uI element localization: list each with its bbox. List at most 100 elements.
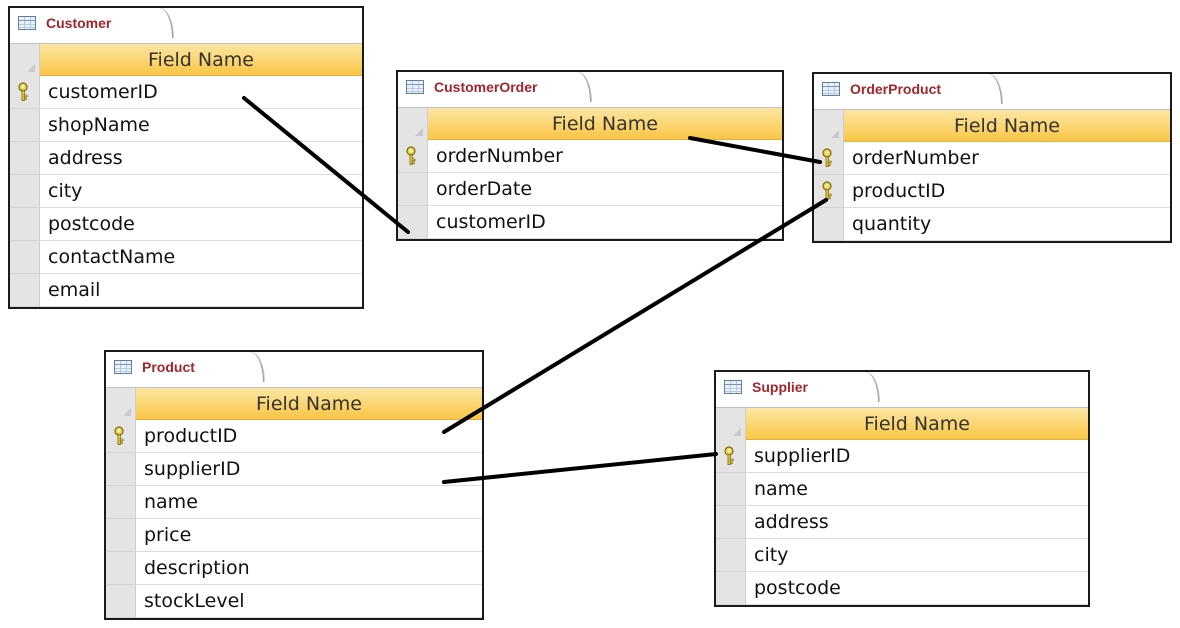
field-row[interactable]: orderDate — [398, 173, 782, 206]
field-name-cell[interactable]: supplierID — [136, 453, 482, 486]
field-name-header-label[interactable]: Field Name — [746, 408, 1088, 440]
tab-divider — [398, 107, 782, 108]
primary-key-icon — [16, 82, 30, 102]
field-row[interactable]: shopName — [10, 109, 362, 142]
field-name-cell[interactable]: postcode — [40, 208, 362, 241]
field-name-cell[interactable]: quantity — [844, 208, 1170, 241]
select-all-cell[interactable] — [106, 388, 136, 420]
field-row[interactable]: customerID — [10, 76, 362, 109]
field-row[interactable]: orderNumber — [814, 142, 1170, 175]
field-name-cell[interactable]: name — [746, 473, 1088, 506]
row-selector[interactable] — [10, 175, 40, 208]
row-selector[interactable] — [106, 552, 136, 585]
field-name-cell[interactable]: address — [40, 142, 362, 175]
field-row[interactable]: supplierID — [716, 440, 1088, 473]
table-tab[interactable]: OrderProduct — [814, 74, 1002, 104]
row-selector[interactable] — [106, 486, 136, 519]
field-row[interactable]: name — [106, 486, 482, 519]
row-selector[interactable] — [106, 420, 136, 453]
field-row[interactable]: orderNumber — [398, 140, 782, 173]
field-name-header: Field Name — [716, 408, 1088, 440]
field-list: supplierID name address city postcode — [716, 440, 1088, 605]
field-name-header: Field Name — [398, 108, 782, 140]
field-name-cell[interactable]: shopName — [40, 109, 362, 142]
field-row[interactable]: quantity — [814, 208, 1170, 241]
field-name-cell[interactable]: postcode — [746, 572, 1088, 605]
row-selector[interactable] — [10, 274, 40, 307]
row-selector[interactable] — [814, 142, 844, 175]
table-title: Supplier — [752, 379, 809, 395]
field-row[interactable]: customerID — [398, 206, 782, 239]
table-tab[interactable]: CustomerOrder — [398, 72, 591, 102]
field-name-header-label[interactable]: Field Name — [428, 108, 782, 140]
field-name-cell[interactable]: contactName — [40, 241, 362, 274]
field-row[interactable]: address — [716, 506, 1088, 539]
field-name-cell[interactable]: email — [40, 274, 362, 307]
field-row[interactable]: supplierID — [106, 453, 482, 486]
field-name-header-label[interactable]: Field Name — [40, 44, 362, 76]
field-row[interactable]: description — [106, 552, 482, 585]
relationship-line-product-to-supplier — [442, 452, 718, 484]
table-title: CustomerOrder — [434, 79, 538, 95]
field-name-cell[interactable]: price — [136, 519, 482, 552]
field-name-cell[interactable]: supplierID — [746, 440, 1088, 473]
field-name-cell[interactable]: description — [136, 552, 482, 585]
row-selector[interactable] — [106, 585, 136, 618]
row-selector[interactable] — [10, 109, 40, 142]
row-selector[interactable] — [106, 453, 136, 486]
field-row[interactable]: productID — [106, 420, 482, 453]
row-selector[interactable] — [398, 206, 428, 239]
field-name-cell[interactable]: address — [746, 506, 1088, 539]
select-all-cell[interactable] — [814, 110, 844, 142]
field-row[interactable]: stockLevel — [106, 585, 482, 618]
row-selector[interactable] — [814, 208, 844, 241]
row-selector[interactable] — [814, 175, 844, 208]
row-selector[interactable] — [716, 506, 746, 539]
field-name-cell[interactable]: city — [746, 539, 1088, 572]
select-all-cell[interactable] — [716, 408, 746, 440]
table-tab[interactable]: Supplier — [716, 372, 879, 402]
field-name-header-label[interactable]: Field Name — [136, 388, 482, 420]
table-tab[interactable]: Product — [106, 352, 264, 382]
field-name-cell[interactable]: productID — [844, 175, 1170, 208]
row-selector[interactable] — [398, 140, 428, 173]
field-name-cell[interactable]: customerID — [40, 76, 362, 109]
field-list: productID supplierID name price description s… — [106, 420, 482, 618]
field-row[interactable]: city — [10, 175, 362, 208]
field-name-header-label[interactable]: Field Name — [844, 110, 1170, 142]
field-row[interactable]: price — [106, 519, 482, 552]
field-name-header: Field Name — [10, 44, 362, 76]
row-selector[interactable] — [716, 440, 746, 473]
table-product: Product Field Name productID supplierID na… — [104, 350, 484, 620]
row-selector[interactable] — [716, 539, 746, 572]
field-row[interactable]: contactName — [10, 241, 362, 274]
field-row[interactable]: postcode — [10, 208, 362, 241]
row-selector[interactable] — [716, 572, 746, 605]
field-name-cell[interactable]: orderNumber — [428, 140, 782, 173]
row-selector[interactable] — [398, 173, 428, 206]
row-selector[interactable] — [10, 142, 40, 175]
field-row[interactable]: name — [716, 473, 1088, 506]
field-row[interactable]: email — [10, 274, 362, 307]
field-name-cell[interactable]: orderNumber — [844, 142, 1170, 175]
row-selector[interactable] — [10, 208, 40, 241]
field-name-cell[interactable]: productID — [136, 420, 482, 453]
field-name-cell[interactable]: orderDate — [428, 173, 782, 206]
row-selector[interactable] — [10, 241, 40, 274]
field-row[interactable]: city — [716, 539, 1088, 572]
field-name-cell[interactable]: stockLevel — [136, 585, 482, 618]
table-tab[interactable]: Customer — [10, 8, 173, 38]
select-all-cell[interactable] — [10, 44, 40, 76]
field-row[interactable]: postcode — [716, 572, 1088, 605]
table-title: Product — [142, 359, 195, 375]
field-row[interactable]: productID — [814, 175, 1170, 208]
select-all-cell[interactable] — [398, 108, 428, 140]
row-selector[interactable] — [716, 473, 746, 506]
table-customer: Customer Field Name customerID shopName ad… — [8, 6, 364, 309]
row-selector[interactable] — [10, 76, 40, 109]
field-name-cell[interactable]: city — [40, 175, 362, 208]
field-row[interactable]: address — [10, 142, 362, 175]
field-name-cell[interactable]: customerID — [428, 206, 782, 239]
field-name-cell[interactable]: name — [136, 486, 482, 519]
row-selector[interactable] — [106, 519, 136, 552]
